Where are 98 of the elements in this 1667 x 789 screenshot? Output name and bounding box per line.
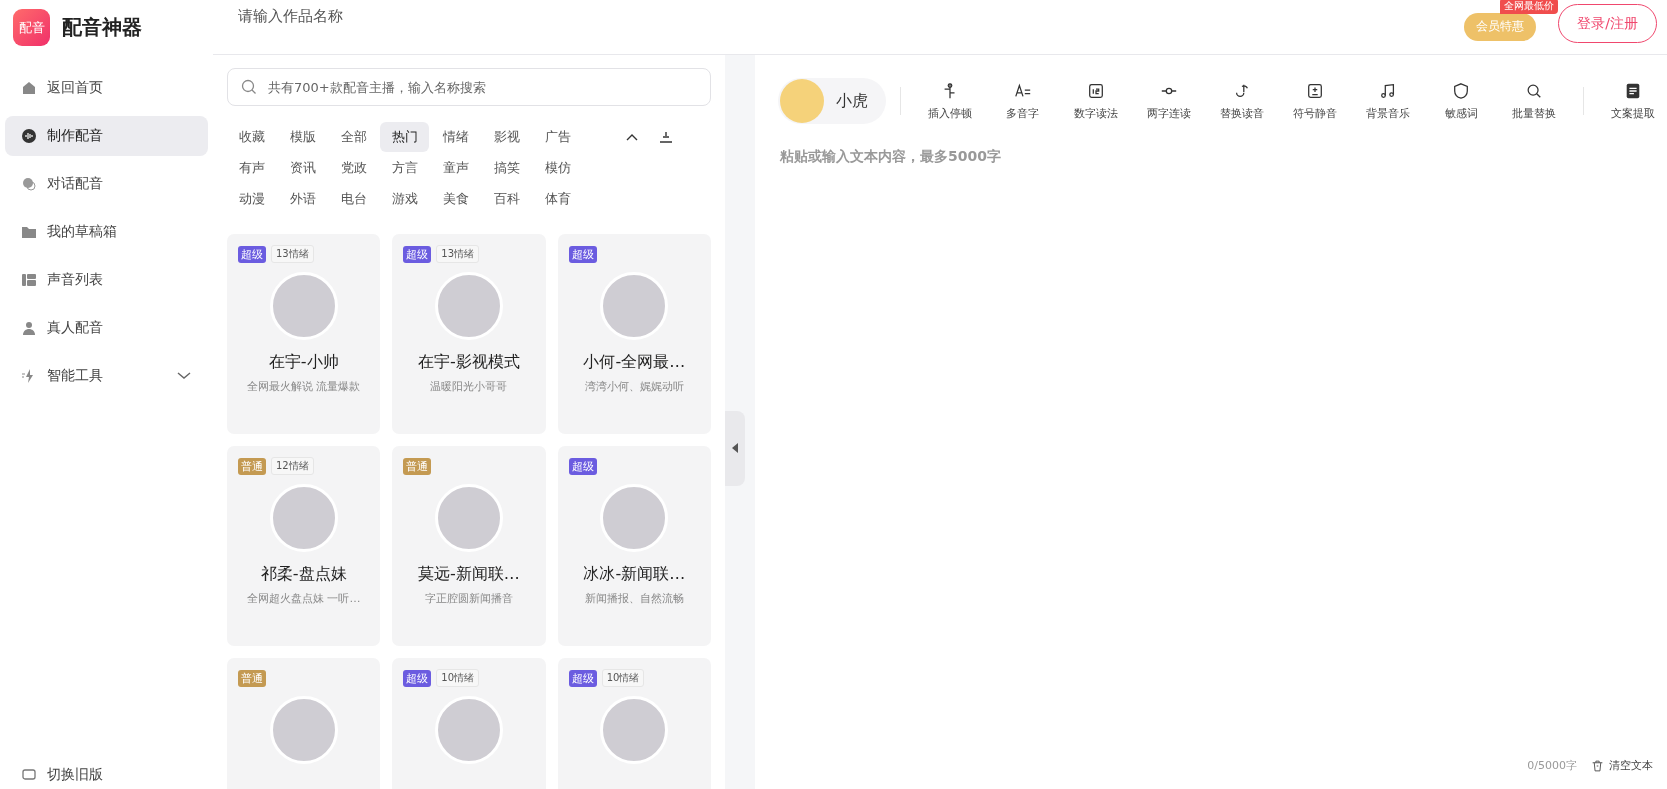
emotion-count-badge: 12情绪 (271, 457, 314, 475)
category-tab[interactable]: 搞笑 (482, 153, 531, 183)
voice-card[interactable]: 普通 12情绪 祁柔-盘点妹 全网超火盘点妹 一听… (227, 446, 381, 646)
search-icon (241, 79, 257, 95)
tier-badge: 超级 (403, 669, 432, 687)
toolbar-button[interactable]: 多音字 (988, 81, 1058, 121)
toolbar-button[interactable]: 符号静音 (1280, 81, 1350, 121)
category-tab[interactable]: 情绪 (431, 122, 480, 152)
home-icon (21, 80, 37, 96)
category-tab[interactable]: 外语 (278, 184, 327, 214)
emotion-count-badge: 13情绪 (271, 245, 314, 263)
category-tab[interactable]: 党政 (329, 153, 378, 183)
number-icon (1086, 81, 1105, 100)
switch-version-link[interactable]: 切换旧版 (0, 765, 213, 787)
triangle-left-icon (731, 442, 739, 454)
sidebar-item[interactable]: 返回首页 (5, 68, 208, 108)
avatar-placeholder (780, 79, 824, 123)
chat-bubble-icon (21, 176, 37, 192)
voice-card[interactable]: 超级 10情绪 (557, 658, 711, 789)
voice-name: 祁柔-盘点妹 (260, 564, 347, 585)
sidebar-item[interactable]: 真人配音 (5, 308, 208, 348)
voice-name: 冰冰-新闻联… (583, 564, 686, 585)
sidebar-item[interactable]: 我的草稿箱 (5, 212, 208, 252)
app-logo: 配音 (13, 9, 50, 46)
toolbar-button[interactable]: 替换读音 (1207, 81, 1277, 121)
text-extract-button[interactable]: 文案提取 (1597, 81, 1667, 121)
voice-selector[interactable]: 小虎 (778, 78, 886, 124)
voice-description: 新闻播报、自然流畅 (584, 591, 684, 606)
category-tab[interactable]: 动漫 (227, 184, 276, 214)
person-icon (21, 320, 37, 336)
tier-badge: 超级 (568, 669, 597, 687)
toolbar-button[interactable]: 背景音乐 (1353, 81, 1423, 121)
voice-description: 湾湾小何、娓娓动听 (584, 379, 684, 394)
voice-card[interactable]: 普通 莫远-新闻联… 字正腔圆新闻播音 (392, 446, 546, 646)
emotion-count-badge: 10情绪 (601, 669, 645, 687)
category-tab[interactable]: 体育 (533, 184, 582, 214)
sidebar-item[interactable]: 智能工具 (5, 356, 208, 396)
tier-badge: 普通 (238, 457, 266, 475)
voice-description: 全网超火盘点妹 一听… (246, 591, 361, 606)
voice-search-field[interactable]: 共有700+款配音主播，输入名称搜索 (227, 68, 711, 106)
category-tab[interactable]: 电台 (329, 184, 378, 214)
tier-badge: 超级 (568, 245, 597, 263)
shield-icon (1452, 81, 1471, 100)
category-tab[interactable]: 模仿 (533, 153, 582, 183)
category-tab[interactable]: 百科 (482, 184, 531, 214)
trash-icon (1591, 758, 1604, 773)
voice-card[interactable]: 超级 13情绪 在宇-影视模式 温暖阳光小哥哥 (392, 234, 546, 434)
tier-badge: 超级 (238, 245, 266, 263)
voice-description: 温暖阳光小哥哥 (430, 379, 508, 394)
category-tab[interactable]: 童声 (431, 153, 480, 183)
plus-minus-icon (1306, 81, 1325, 100)
category-tab[interactable]: 方言 (380, 153, 429, 183)
voice-card[interactable]: 超级 10情绪 (392, 658, 546, 789)
voice-description: 字正腔圆新闻播音 (425, 591, 513, 606)
category-tab[interactable]: 收藏 (227, 122, 276, 152)
sidebar-item[interactable]: 制作配音 (5, 116, 208, 156)
voice-name: 莫远-新闻联… (418, 564, 520, 585)
clear-text-button[interactable]: 清空文本 (1591, 758, 1653, 773)
category-tab[interactable]: 模版 (278, 122, 327, 152)
toolbar-button[interactable]: 插入停顿 (915, 81, 985, 121)
collapse-handle[interactable] (725, 410, 745, 486)
category-tab[interactable]: 游戏 (380, 184, 429, 214)
emotion-count-badge: 13情绪 (436, 245, 480, 263)
voice-name: 小何-全网最… (583, 352, 686, 373)
tier-badge: 普通 (238, 669, 266, 687)
app-title: 配音神器 (62, 14, 142, 41)
tier-badge: 超级 (568, 457, 597, 475)
voice-name: 在宇-影视模式 (418, 352, 520, 373)
login-button[interactable]: 登录/注册 (1558, 4, 1657, 43)
category-tab[interactable]: 资讯 (278, 153, 327, 183)
sidebar-item[interactable]: 声音列表 (5, 260, 208, 300)
voice-card[interactable]: 超级 冰冰-新闻联… 新闻播报、自然流畅 (557, 446, 711, 646)
category-tab[interactable]: 美食 (431, 184, 480, 214)
tier-badge: 超级 (403, 245, 432, 263)
chevron-down-icon[interactable] (176, 371, 192, 381)
character-counter: 0/5000字 (1527, 758, 1577, 773)
font-icon (1013, 81, 1032, 100)
waveform-icon (21, 128, 37, 144)
toolbar-button[interactable]: 数字读法 (1061, 81, 1131, 121)
category-tab[interactable]: 全部 (329, 122, 378, 152)
category-tab[interactable]: 影视 (482, 122, 531, 152)
voice-name: 在宇-小帅 (268, 352, 339, 373)
toolbar-button[interactable]: 敏感词 (1426, 81, 1496, 121)
toolbar-button[interactable]: 批量替换 (1499, 81, 1569, 121)
tier-badge: 普通 (403, 457, 432, 475)
folder-icon (21, 224, 37, 240)
category-tab[interactable]: 有声 (227, 153, 276, 183)
voice-card[interactable]: 超级 小何-全网最… 湾湾小何、娓娓动听 (557, 234, 711, 434)
voice-card[interactable]: 超级 13情绪 在宇-小帅 全网最火解说 流量爆款 (227, 234, 381, 434)
voice-description: 全网最火解说 流量爆款 (246, 379, 361, 394)
emotion-count-badge: 10情绪 (436, 669, 480, 687)
toolbar-button[interactable]: 两字连读 (1134, 81, 1204, 121)
monitor-icon (21, 767, 37, 783)
sidebar-item[interactable]: 对话配音 (5, 164, 208, 204)
category-tab[interactable]: 热门 (380, 122, 429, 152)
lowest-price-badge: 全网最低价 (1500, 0, 1559, 14)
category-tab[interactable]: 广告 (533, 122, 582, 152)
layout-icon (21, 272, 37, 288)
